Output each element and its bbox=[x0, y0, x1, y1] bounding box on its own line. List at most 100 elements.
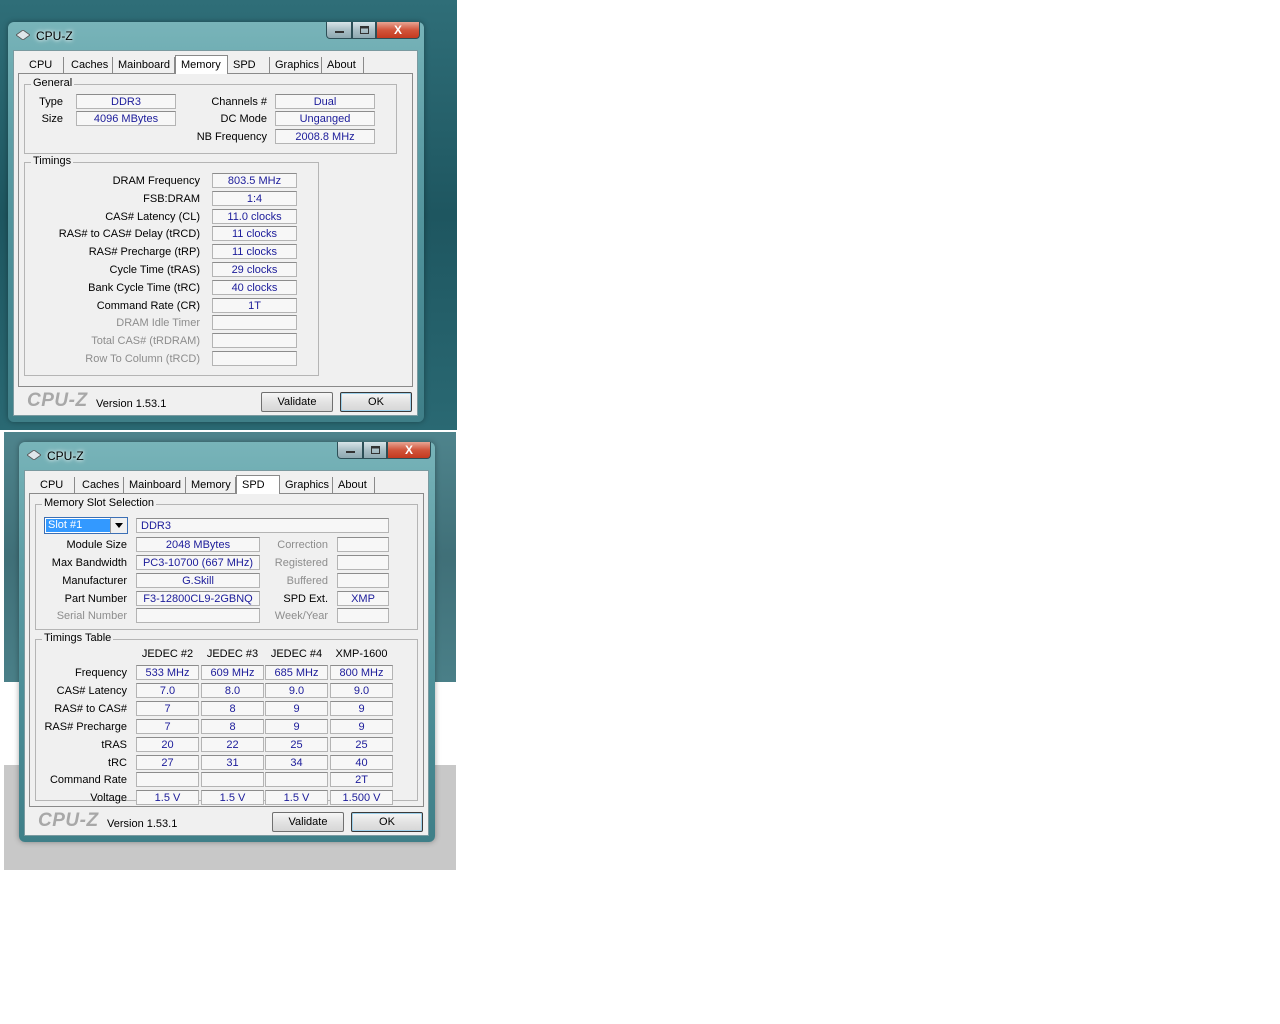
timings-cell: 9 bbox=[265, 700, 328, 716]
tab-mainboard[interactable]: Mainboard bbox=[113, 57, 175, 73]
timing-value: 1T bbox=[212, 297, 297, 313]
max-bandwidth-label: Max Bandwidth bbox=[51, 557, 127, 569]
channels-label: Channels # bbox=[211, 96, 267, 108]
ok-button[interactable]: OK bbox=[340, 392, 412, 412]
slot-selection-group: Memory Slot Selection Slot #1 DDR3 Modul… bbox=[35, 497, 418, 630]
tab-caches[interactable]: Caches bbox=[77, 477, 124, 493]
tab-graphics[interactable]: Graphics bbox=[280, 477, 333, 493]
tab-memory[interactable]: Memory bbox=[175, 55, 228, 74]
window-client: CPU Caches Mainboard Memory SPD Graphics… bbox=[13, 50, 418, 416]
timings-cell: 8 bbox=[201, 700, 264, 716]
dcmode-label: DC Mode bbox=[220, 113, 267, 125]
timings-row-label: CAS# Latency bbox=[56, 684, 127, 697]
timings-cell: 1.500 V bbox=[330, 790, 393, 806]
channels-value: Dual bbox=[275, 94, 375, 109]
timings-row-label: RAS# Precharge bbox=[44, 720, 127, 733]
tab-mainboard[interactable]: Mainboard bbox=[124, 477, 186, 493]
chevron-down-icon[interactable] bbox=[110, 518, 127, 533]
timings-table-group: Timings Table JEDEC #2 JEDEC #3 JEDEC #4 XM… bbox=[35, 632, 418, 806]
timing-label: RAS# to CAS# Delay (tRCD) bbox=[58, 228, 200, 241]
tab-cpu[interactable]: CPU bbox=[24, 57, 64, 73]
timings-cell: 31 bbox=[201, 754, 264, 770]
maximize-icon bbox=[359, 26, 369, 34]
timings-cell: 533 MHz bbox=[136, 665, 199, 680]
timings-cell: 22 bbox=[201, 736, 264, 752]
tab-about[interactable]: About bbox=[333, 477, 375, 493]
timing-label: Total CAS# (tRDRAM) bbox=[91, 335, 200, 348]
correction-label: Correction bbox=[277, 539, 328, 551]
validate-button[interactable]: Validate bbox=[261, 392, 333, 412]
max-bandwidth-value: PC3-10700 (667 MHz) bbox=[136, 555, 260, 570]
tab-caches[interactable]: Caches bbox=[66, 57, 113, 73]
timing-value bbox=[212, 351, 297, 366]
week-year-label: Week/Year bbox=[274, 610, 328, 622]
general-group-title: General bbox=[31, 77, 75, 89]
timings-cell: 7 bbox=[136, 718, 199, 734]
timing-value: 803.5 MHz bbox=[212, 173, 297, 188]
timing-label: DRAM Idle Timer bbox=[116, 317, 200, 330]
version-text: Version 1.53.1 bbox=[96, 398, 167, 410]
title-bar[interactable]: CPU-Z X bbox=[19, 442, 435, 468]
timing-value: 11.0 clocks bbox=[212, 208, 297, 224]
size-label: Size bbox=[41, 113, 63, 125]
timings-cell: 685 MHz bbox=[265, 665, 328, 680]
timings-cell bbox=[265, 772, 328, 788]
timings-cell: 9.0 bbox=[265, 682, 328, 698]
spd-panel: Memory Slot Selection Slot #1 DDR3 Modul… bbox=[29, 493, 424, 807]
timings-group-title: Timings bbox=[31, 155, 74, 167]
type-value: DDR3 bbox=[76, 94, 176, 109]
tab-memory[interactable]: Memory bbox=[186, 477, 236, 493]
title-bar[interactable]: CPU-Z X bbox=[8, 22, 424, 48]
tab-graphics[interactable]: Graphics bbox=[270, 57, 322, 73]
slot-dropdown-value: Slot #1 bbox=[46, 519, 110, 532]
tab-spd[interactable]: SPD bbox=[228, 57, 270, 73]
minimize-button[interactable] bbox=[326, 22, 352, 39]
timings-row-label: Voltage bbox=[90, 792, 127, 805]
timings-row-label: Frequency bbox=[75, 667, 127, 679]
maximize-button[interactable] bbox=[352, 22, 376, 39]
general-group: General Type DDR3 Size 4096 MBytes Chann… bbox=[24, 77, 397, 154]
ok-button[interactable]: OK bbox=[351, 812, 423, 832]
timings-column-header: XMP-1600 bbox=[335, 648, 388, 660]
buffered-label: Buffered bbox=[286, 575, 328, 587]
minimize-icon bbox=[345, 451, 355, 453]
correction-value bbox=[337, 537, 389, 552]
cpuz-app-icon bbox=[27, 450, 41, 460]
timings-cell: 7 bbox=[136, 700, 199, 716]
timing-value: 29 clocks bbox=[212, 262, 297, 277]
timings-row-label: Command Rate bbox=[49, 774, 127, 787]
part-number-label: Part Number bbox=[64, 593, 127, 605]
tab-cpu[interactable]: CPU bbox=[35, 477, 75, 493]
registered-value bbox=[337, 555, 389, 570]
timings-cell: 7.0 bbox=[136, 682, 199, 698]
timings-cell: 9.0 bbox=[330, 682, 393, 698]
serial-number-value bbox=[136, 608, 260, 623]
timings-cell: 34 bbox=[265, 754, 328, 770]
cpuz-window-memory: CPU-Z X CPU Caches Mainboard Memory SPD … bbox=[8, 22, 424, 422]
close-button[interactable]: X bbox=[387, 442, 431, 459]
close-button[interactable]: X bbox=[376, 22, 420, 39]
timing-value: 11 clocks bbox=[212, 244, 297, 260]
maximize-button[interactable] bbox=[363, 442, 387, 459]
timing-label: DRAM Frequency bbox=[112, 175, 200, 187]
timings-cell: 9 bbox=[330, 700, 393, 716]
timings-cell: 1.5 V bbox=[136, 790, 199, 806]
timings-cell: 609 MHz bbox=[201, 665, 264, 680]
slot-dropdown[interactable]: Slot #1 bbox=[44, 517, 128, 534]
slot-selection-title: Memory Slot Selection bbox=[42, 497, 157, 509]
validate-button[interactable]: Validate bbox=[272, 812, 344, 832]
minimize-button[interactable] bbox=[337, 442, 363, 459]
module-size-label: Module Size bbox=[66, 539, 127, 551]
timing-label: FSB:DRAM bbox=[143, 192, 200, 205]
timings-row-label: tRC bbox=[108, 756, 127, 769]
part-number-value: F3-12800CL9-2GBNQ bbox=[136, 591, 260, 606]
timings-cell: 20 bbox=[136, 736, 199, 752]
timings-cell: 1.5 V bbox=[201, 790, 264, 806]
window-title: CPU-Z bbox=[47, 449, 84, 463]
dcmode-value: Unganged bbox=[275, 111, 375, 126]
tab-about[interactable]: About bbox=[322, 57, 364, 73]
timing-label: Bank Cycle Time (tRC) bbox=[88, 281, 200, 294]
timings-column-header: JEDEC #4 bbox=[270, 648, 323, 660]
tab-spd[interactable]: SPD bbox=[236, 475, 280, 494]
manufacturer-value: G.Skill bbox=[136, 573, 260, 588]
